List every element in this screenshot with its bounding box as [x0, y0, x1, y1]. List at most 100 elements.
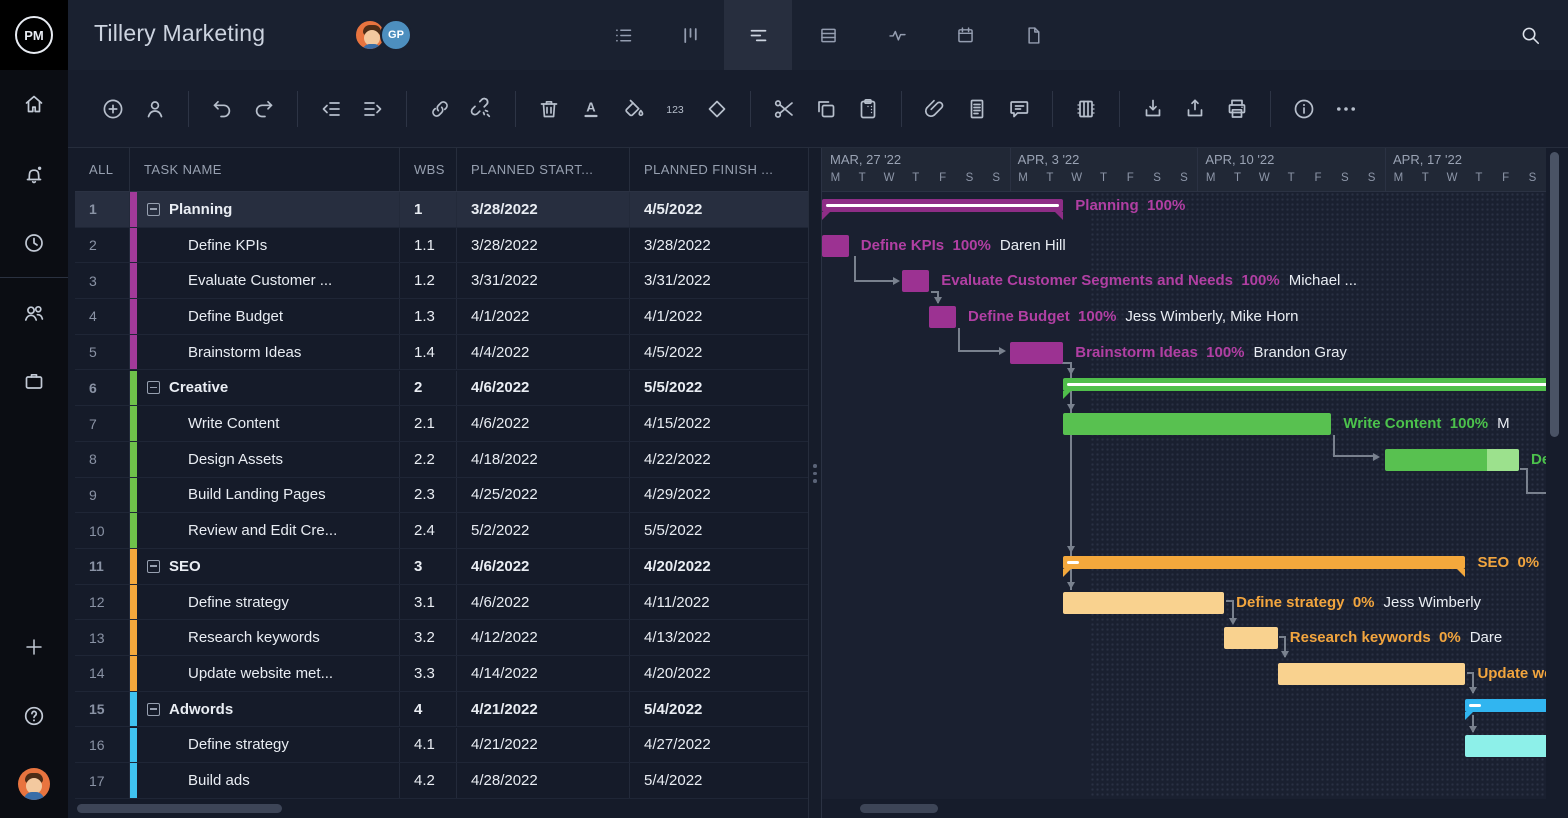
wbs-cell[interactable]: 1.1 — [400, 228, 457, 263]
planned-finish-cell[interactable]: 5/4/2022 — [630, 763, 808, 798]
planned-finish-cell[interactable]: 4/13/2022 — [630, 620, 808, 655]
planned-finish-cell[interactable]: 4/11/2022 — [630, 585, 808, 620]
task-row-5[interactable]: 5Brainstorm Ideas1.44/4/20224/5/2022 — [75, 335, 808, 371]
paste-button[interactable] — [853, 94, 883, 124]
attach-file-button[interactable] — [920, 94, 950, 124]
add-task-button[interactable] — [98, 94, 128, 124]
app-logo[interactable]: PM — [0, 0, 68, 70]
planned-finish-cell[interactable]: 4/29/2022 — [630, 478, 808, 513]
planned-start-cell[interactable]: 3/31/2022 — [457, 263, 630, 298]
tab-gantt-view[interactable] — [724, 0, 792, 70]
number-format-button[interactable]: 123 — [660, 94, 690, 124]
planned-start-cell[interactable]: 5/2/2022 — [457, 513, 630, 548]
task-row-1[interactable]: 1Planning13/28/20224/5/2022 — [75, 192, 808, 228]
wbs-cell[interactable]: 2.2 — [400, 442, 457, 477]
summary-bar[interactable] — [1063, 556, 1465, 569]
home-icon[interactable] — [22, 92, 46, 116]
task-row-8[interactable]: 8Design Assets2.24/18/20224/22/2022 — [75, 442, 808, 478]
tab-list-view[interactable] — [589, 0, 657, 70]
planned-finish-cell[interactable]: 3/31/2022 — [630, 263, 808, 298]
task-bar[interactable] — [902, 270, 929, 292]
indent-button[interactable] — [358, 94, 388, 124]
planned-finish-cell[interactable]: 4/5/2022 — [630, 335, 808, 370]
import-button[interactable] — [1138, 94, 1168, 124]
planned-finish-cell[interactable]: 4/5/2022 — [630, 192, 808, 227]
planned-start-cell[interactable]: 3/28/2022 — [457, 192, 630, 227]
tab-sheet-view[interactable] — [794, 0, 862, 70]
planned-start-cell[interactable]: 4/6/2022 — [457, 585, 630, 620]
delete-task-button[interactable] — [534, 94, 564, 124]
print-button[interactable] — [1222, 94, 1252, 124]
task-row-14[interactable]: 14Update website met...3.34/14/20224/20/… — [75, 656, 808, 692]
export-button[interactable] — [1180, 94, 1210, 124]
planned-start-cell[interactable]: 3/28/2022 — [457, 228, 630, 263]
planned-start-cell[interactable]: 4/6/2022 — [457, 371, 630, 406]
planned-finish-cell[interactable]: 4/27/2022 — [630, 728, 808, 763]
task-row-4[interactable]: 4Define Budget1.34/1/20224/1/2022 — [75, 299, 808, 335]
planned-start-cell[interactable]: 4/12/2022 — [457, 620, 630, 655]
task-name-cell[interactable]: Update website met... — [130, 656, 400, 691]
wbs-cell[interactable]: 1.3 — [400, 299, 457, 334]
task-bar[interactable] — [929, 306, 956, 328]
planned-finish-cell[interactable]: 4/20/2022 — [630, 656, 808, 691]
wbs-cell[interactable]: 2.1 — [400, 406, 457, 441]
planned-start-cell[interactable]: 4/6/2022 — [457, 549, 630, 584]
task-row-10[interactable]: 10Review and Edit Cre...2.45/2/20225/5/2… — [75, 513, 808, 549]
wbs-cell[interactable]: 4 — [400, 692, 457, 727]
task-row-16[interactable]: 16Define strategy4.14/21/20224/27/2022 — [75, 728, 808, 764]
wbs-cell[interactable]: 2.3 — [400, 478, 457, 513]
task-bar[interactable] — [1224, 627, 1278, 649]
task-name-cell[interactable]: SEO — [130, 549, 400, 584]
task-bar[interactable] — [1010, 342, 1064, 364]
task-row-17[interactable]: 17Build ads4.24/28/20225/4/2022 — [75, 763, 808, 799]
planned-finish-cell[interactable]: 4/20/2022 — [630, 549, 808, 584]
task-name-cell[interactable]: Define strategy — [130, 585, 400, 620]
portfolio-icon[interactable] — [22, 369, 46, 393]
wbs-cell[interactable]: 3.2 — [400, 620, 457, 655]
tab-calendar-view[interactable] — [931, 0, 999, 70]
milestone-button[interactable] — [702, 94, 732, 124]
task-name-cell[interactable]: Review and Edit Cre... — [130, 513, 400, 548]
add-new-icon[interactable] — [22, 635, 46, 659]
wbs-cell[interactable]: 2.4 — [400, 513, 457, 548]
task-name-cell[interactable]: Define Budget — [130, 299, 400, 334]
summary-bar[interactable] — [822, 199, 1063, 212]
wbs-cell[interactable]: 1 — [400, 192, 457, 227]
task-name-cell[interactable]: Adwords — [130, 692, 400, 727]
tab-activity-view[interactable] — [863, 0, 931, 70]
search-icon[interactable] — [1519, 24, 1543, 48]
collapse-icon[interactable] — [147, 560, 160, 573]
wbs-cell[interactable]: 4.1 — [400, 728, 457, 763]
columns-button[interactable] — [1071, 94, 1101, 124]
task-row-7[interactable]: 7Write Content2.14/6/20224/15/2022 — [75, 406, 808, 442]
task-name-cell[interactable]: Build ads — [130, 763, 400, 798]
wbs-cell[interactable]: 1.4 — [400, 335, 457, 370]
task-row-15[interactable]: 15Adwords44/21/20225/4/2022 — [75, 692, 808, 728]
info-button[interactable] — [1289, 94, 1319, 124]
summary-bar[interactable] — [1063, 378, 1568, 391]
collapse-icon[interactable] — [147, 703, 160, 716]
task-row-2[interactable]: 2Define KPIs1.13/28/20223/28/2022 — [75, 228, 808, 264]
task-name-cell[interactable]: Define strategy — [130, 728, 400, 763]
wbs-cell[interactable]: 1.2 — [400, 263, 457, 298]
planned-finish-cell[interactable]: 4/1/2022 — [630, 299, 808, 334]
planned-start-cell[interactable]: 4/18/2022 — [457, 442, 630, 477]
task-row-12[interactable]: 12Define strategy3.14/6/20224/11/2022 — [75, 585, 808, 621]
task-name-cell[interactable]: Brainstorm Ideas — [130, 335, 400, 370]
copy-button[interactable] — [811, 94, 841, 124]
collapse-icon[interactable] — [147, 203, 160, 216]
planned-finish-cell[interactable]: 4/15/2022 — [630, 406, 808, 441]
task-bar[interactable] — [1063, 592, 1224, 614]
planned-start-cell[interactable]: 4/21/2022 — [457, 692, 630, 727]
timesheets-icon[interactable] — [22, 231, 46, 255]
gantt-vscroll-thumb[interactable] — [1550, 152, 1559, 437]
task-row-11[interactable]: 11SEO34/6/20224/20/2022 — [75, 549, 808, 585]
task-bar[interactable] — [1278, 663, 1466, 685]
planned-start-cell[interactable]: 4/6/2022 — [457, 406, 630, 441]
task-row-6[interactable]: 6Creative24/6/20225/5/2022 — [75, 371, 808, 407]
task-name-cell[interactable]: Build Landing Pages — [130, 478, 400, 513]
font-color-button[interactable]: A — [576, 94, 606, 124]
fill-color-button[interactable] — [618, 94, 648, 124]
task-name-cell[interactable]: Design Assets — [130, 442, 400, 477]
cut-button[interactable] — [769, 94, 799, 124]
